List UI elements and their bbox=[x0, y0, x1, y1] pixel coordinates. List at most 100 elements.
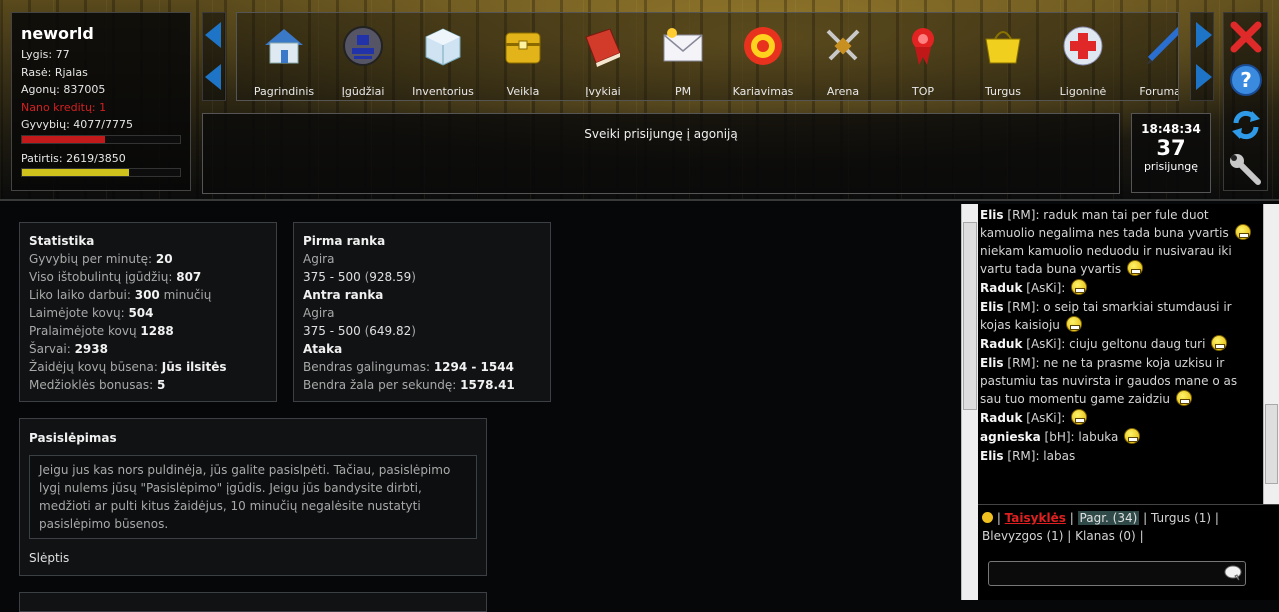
arrow-left-icon[interactable] bbox=[205, 22, 221, 48]
chat-text: : bbox=[1061, 411, 1066, 425]
welcome-text: Sveiki prisijungę į agoniją bbox=[584, 127, 738, 141]
main-nav: Pagrindinis Įgūdžiai Inventorius Veikla … bbox=[236, 12, 1179, 101]
stats-panel: Statistika Gyvybių per minutę: 20 Viso i… bbox=[19, 222, 277, 402]
stat-value: 300 bbox=[134, 288, 160, 302]
stat-label: Šarvai: bbox=[29, 342, 75, 356]
chat-clan-tag: [AsKi] bbox=[1022, 281, 1062, 295]
player-money: Agonų: 837005 bbox=[21, 83, 106, 96]
target-icon bbox=[744, 27, 782, 65]
stats-row: Laimėjote kovų: 504 bbox=[29, 304, 267, 322]
hp-bar bbox=[21, 134, 181, 144]
scrollbar-thumb[interactable] bbox=[963, 222, 977, 410]
chat-author[interactable]: Raduk bbox=[980, 337, 1022, 351]
chat-message: Elis [RM]: o seip tai smarkiai stumdausi… bbox=[980, 298, 1261, 334]
nav-label: Įgūdžiai bbox=[341, 85, 385, 98]
stat-value: 807 bbox=[176, 270, 202, 284]
nav-label: TOP bbox=[911, 85, 934, 98]
nav-item-kariavimas[interactable]: Kariavimas bbox=[722, 13, 804, 100]
tab-clan[interactable]: Klanas (0) bbox=[1075, 529, 1136, 543]
nav-label: Ligoninė bbox=[1059, 85, 1107, 98]
stat-value: 1288 bbox=[140, 324, 174, 338]
chat-author[interactable]: Raduk bbox=[980, 411, 1022, 425]
nav-item-arena[interactable]: Arena bbox=[802, 13, 884, 100]
damage-average: 928.59 bbox=[369, 270, 412, 284]
attack-dps: Bendra žala per sekundę: 1578.41 bbox=[303, 376, 541, 394]
chat-author[interactable]: Elis bbox=[980, 208, 1004, 222]
first-hand-title: Pirma ranka bbox=[303, 234, 386, 248]
nav-item-inventorius[interactable]: Inventorius bbox=[402, 13, 484, 100]
close-icon[interactable] bbox=[1228, 19, 1264, 55]
chat-author[interactable]: Elis bbox=[980, 300, 1004, 314]
speech-bubble-send-icon[interactable] bbox=[1224, 565, 1242, 581]
nav-item-forumas[interactable]: Forumas bbox=[1122, 13, 1178, 100]
arrow-left-icon[interactable] bbox=[205, 64, 221, 90]
ribbon-icon bbox=[912, 28, 934, 65]
nav-item-top[interactable]: TOP bbox=[882, 13, 964, 100]
scrollbar-thumb[interactable] bbox=[1265, 404, 1278, 484]
clock-box: 18:48:34 37 prisijungę bbox=[1131, 113, 1211, 193]
arrow-right-icon[interactable] bbox=[1196, 64, 1212, 90]
online-count: 37 bbox=[1156, 136, 1186, 160]
chat-author[interactable]: Elis bbox=[980, 356, 1004, 370]
nav-item-turgus[interactable]: Turgus bbox=[962, 13, 1044, 100]
nav-label: Forumas bbox=[1139, 85, 1178, 98]
hide-button[interactable]: Slėptis bbox=[29, 549, 69, 567]
pen-icon bbox=[1146, 26, 1178, 65]
nav-item-veikla[interactable]: Veikla bbox=[482, 13, 564, 100]
hp-bar-fill bbox=[22, 135, 105, 143]
chat-author[interactable]: Raduk bbox=[980, 281, 1022, 295]
tab-rules[interactable]: Taisyklės bbox=[1005, 511, 1066, 525]
page-scrollbar[interactable] bbox=[961, 204, 978, 600]
second-hand-damage: 375 - 500 (649.82) bbox=[303, 324, 416, 338]
stat-label: Bendras galingumas: bbox=[303, 360, 434, 374]
nav-label: Inventorius bbox=[412, 85, 474, 98]
medical-icon bbox=[1063, 26, 1103, 66]
chat-clan-tag: [AsKi] bbox=[1022, 411, 1062, 425]
xp-bar-fill bbox=[22, 169, 130, 176]
smiley-picker-icon[interactable] bbox=[982, 512, 993, 523]
nav-item-igudziai[interactable]: Įgūdžiai bbox=[322, 13, 404, 100]
grin-smiley-icon bbox=[1071, 409, 1088, 425]
nav-item-pm[interactable]: PM bbox=[642, 13, 724, 100]
player-nano-credits: Nano kreditų: 1 bbox=[21, 100, 107, 114]
stat-value: Jūs ilsitės bbox=[161, 360, 227, 374]
tab-market[interactable]: Turgus (1) bbox=[1151, 511, 1211, 525]
stat-label: Gyvybių per minutę: bbox=[29, 252, 156, 266]
chat-text: : bbox=[1061, 281, 1066, 295]
chat-message: Elis [RM]: raduk man tai per fule duot k… bbox=[980, 206, 1261, 278]
chat-clan-tag: [RM] bbox=[1003, 300, 1036, 314]
book-icon bbox=[585, 28, 621, 67]
tab-main[interactable]: Pagr. (34) bbox=[1077, 511, 1140, 525]
home-icon bbox=[265, 29, 303, 64]
nav-label: Kariavimas bbox=[732, 85, 794, 98]
chat-scrollbar[interactable] bbox=[1263, 204, 1279, 504]
grin-smiley-icon bbox=[1124, 428, 1141, 444]
chat-author[interactable]: agnieska bbox=[980, 430, 1041, 444]
nav-item-ivykiai[interactable]: Įvykiai bbox=[562, 13, 644, 100]
welcome-box: Sveiki prisijungę į agoniją bbox=[202, 113, 1120, 194]
refresh-icon[interactable] bbox=[1228, 107, 1264, 143]
stats-row: Gyvybių per minutę: 20 bbox=[29, 250, 267, 268]
chat-text: : ciuju geltonu daug turi bbox=[1061, 337, 1206, 351]
chat-author[interactable]: Elis bbox=[980, 449, 1004, 463]
grin-smiley-icon bbox=[1126, 260, 1143, 276]
player-hp: Gyvybių: 4077/7775 bbox=[21, 118, 133, 131]
xp-bar bbox=[21, 168, 181, 177]
chat-message: agnieska [bH]: labuka bbox=[980, 428, 1261, 446]
player-level: Lygis: 77 bbox=[21, 48, 70, 61]
settings-wrench-icon[interactable] bbox=[1228, 152, 1264, 188]
mail-icon bbox=[663, 28, 703, 62]
grin-smiley-icon bbox=[1175, 390, 1192, 406]
nav-item-pagrindinis[interactable]: Pagrindinis bbox=[243, 13, 325, 100]
chat-input[interactable] bbox=[988, 561, 1246, 586]
nav-label: PM bbox=[674, 85, 692, 98]
grin-smiley-icon bbox=[1211, 335, 1228, 351]
arrow-right-icon[interactable] bbox=[1196, 22, 1212, 48]
nav-label: Arena bbox=[826, 85, 860, 98]
tab-fleas[interactable]: Blevyzgos (1) bbox=[982, 529, 1063, 543]
help-icon[interactable]: ? bbox=[1228, 62, 1264, 98]
nav-item-ligonine[interactable]: Ligoninė bbox=[1042, 13, 1124, 100]
server-time: 18:48:34 bbox=[1141, 122, 1201, 136]
damage-range: 375 - 500 bbox=[303, 324, 361, 338]
chat-log: Elis [RM]: raduk man tai per fule duot k… bbox=[978, 204, 1263, 504]
